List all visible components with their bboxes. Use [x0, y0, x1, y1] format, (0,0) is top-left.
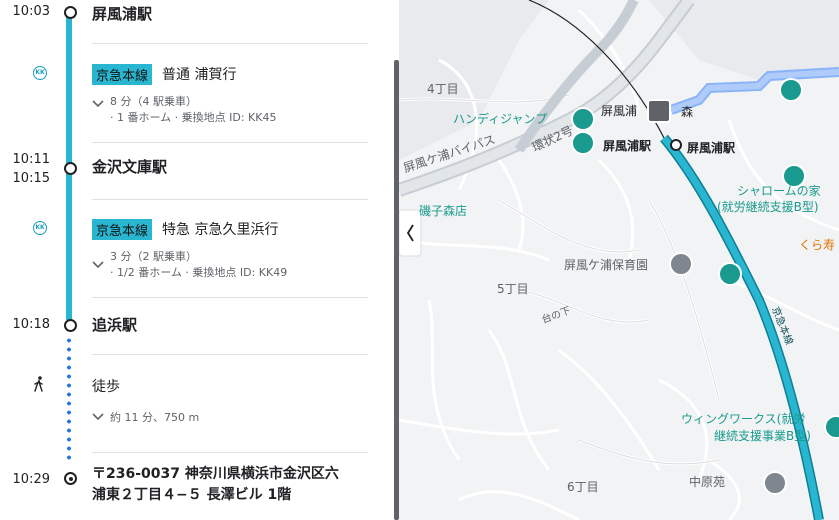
- time-arrive: 10:11: [12, 152, 50, 167]
- route-line-leg2: [66, 172, 72, 320]
- poi-label[interactable]: 屏風ケ浦保育園: [564, 256, 648, 273]
- divider: [92, 43, 368, 44]
- ride-detail: · 1/2 番ホーム · 乗換地点 ID: KK49: [110, 266, 288, 279]
- poi-label[interactable]: 中原苑: [689, 473, 725, 490]
- station-node: [64, 6, 77, 19]
- poi-label[interactable]: くら寿: [799, 236, 835, 253]
- keikyu-icon: KK: [33, 66, 47, 80]
- directions-panel: 10:03 屏風浦駅 KK 京急本線 普通 浦賀行 8 分（4 駅乗車） · 1…: [0, 0, 394, 520]
- divider: [92, 297, 368, 298]
- map-view[interactable]: 4丁目 ハンディジャンプ 屏風浦 屏風浦駅 屏風浦駅 屏風ケ浦バイパス 環状2号…: [399, 0, 839, 520]
- station-name[interactable]: 金沢文庫駅: [92, 156, 167, 177]
- station-label[interactable]: 屏風浦駅: [603, 137, 651, 154]
- poi-label: 継続支援事業B型): [714, 429, 811, 443]
- time-arrive: 10:29: [12, 472, 50, 487]
- poi-label: (就労継続支援B型): [717, 200, 819, 214]
- divider: [92, 452, 368, 453]
- destination-address[interactable]: 〒236-0037 神奈川県横浜市金沢区六 浦東２丁目４−５ 長澤ビル 1階: [92, 464, 372, 506]
- poi-label[interactable]: ハンディジャンプ: [453, 110, 547, 127]
- station-name[interactable]: 屏風浦駅: [92, 3, 152, 24]
- line-badge: 京急本線: [92, 219, 153, 240]
- divider: [92, 354, 368, 355]
- poi-label[interactable]: シャロームの家: [737, 182, 821, 199]
- chevron-down-icon[interactable]: [92, 98, 104, 111]
- collapse-panel-button[interactable]: [399, 210, 421, 256]
- area-label: 5丁目: [497, 282, 529, 296]
- ride-duration[interactable]: 3 分（2 駅乗車）: [110, 248, 197, 264]
- time-arrive: 10:18: [12, 317, 50, 332]
- service-label: 普通 浦賀行: [162, 67, 237, 83]
- station-label[interactable]: 屏風浦: [601, 102, 637, 119]
- route-line-leg1: [66, 14, 72, 164]
- poi-marker-icon[interactable]: [779, 78, 803, 102]
- area-label: 森: [681, 105, 694, 119]
- ride-detail: · 1 番ホーム · 乗換地点 ID: KK45: [110, 111, 277, 124]
- walk-detail[interactable]: 約 11 分、750 m: [110, 409, 199, 425]
- chevron-down-icon[interactable]: [92, 411, 104, 424]
- divider: [92, 142, 368, 143]
- station-name[interactable]: 追浜駅: [92, 314, 137, 335]
- station-node: [64, 162, 77, 175]
- divider: [92, 199, 368, 200]
- place-icon[interactable]: [763, 471, 787, 495]
- walking-icon: [33, 376, 45, 396]
- station-node: [64, 319, 77, 332]
- walk-label: 徒歩: [92, 379, 120, 395]
- address-line: 浦東２丁目４−５ 長澤ビル 1階: [92, 487, 292, 503]
- address-line: 〒236-0037 神奈川県横浜市金沢区六: [92, 466, 339, 482]
- destination-node: [64, 472, 77, 485]
- poi-label[interactable]: ウィングワークス(就労: [681, 410, 805, 427]
- area-label: 6丁目: [567, 480, 599, 494]
- poi-label[interactable]: 磯子森店: [419, 202, 467, 219]
- school-icon[interactable]: [669, 252, 693, 276]
- station-label[interactable]: 屏風浦駅: [687, 139, 735, 156]
- time-depart: 10:15: [12, 171, 50, 186]
- keikyu-icon: KK: [33, 221, 47, 235]
- poi-marker-icon[interactable]: [571, 107, 595, 131]
- chevron-down-icon[interactable]: [92, 259, 104, 272]
- area-label: 4丁目: [427, 82, 459, 96]
- poi-marker-icon[interactable]: [718, 262, 742, 286]
- line-badge: 京急本線: [92, 64, 153, 85]
- time-depart: 10:03: [12, 4, 50, 19]
- walk-dots: [67, 336, 71, 464]
- service-label: 特急 京急久里浜行: [162, 222, 279, 238]
- ride-duration[interactable]: 8 分（4 駅乗車）: [110, 93, 197, 109]
- train-station-icon[interactable]: [647, 99, 671, 123]
